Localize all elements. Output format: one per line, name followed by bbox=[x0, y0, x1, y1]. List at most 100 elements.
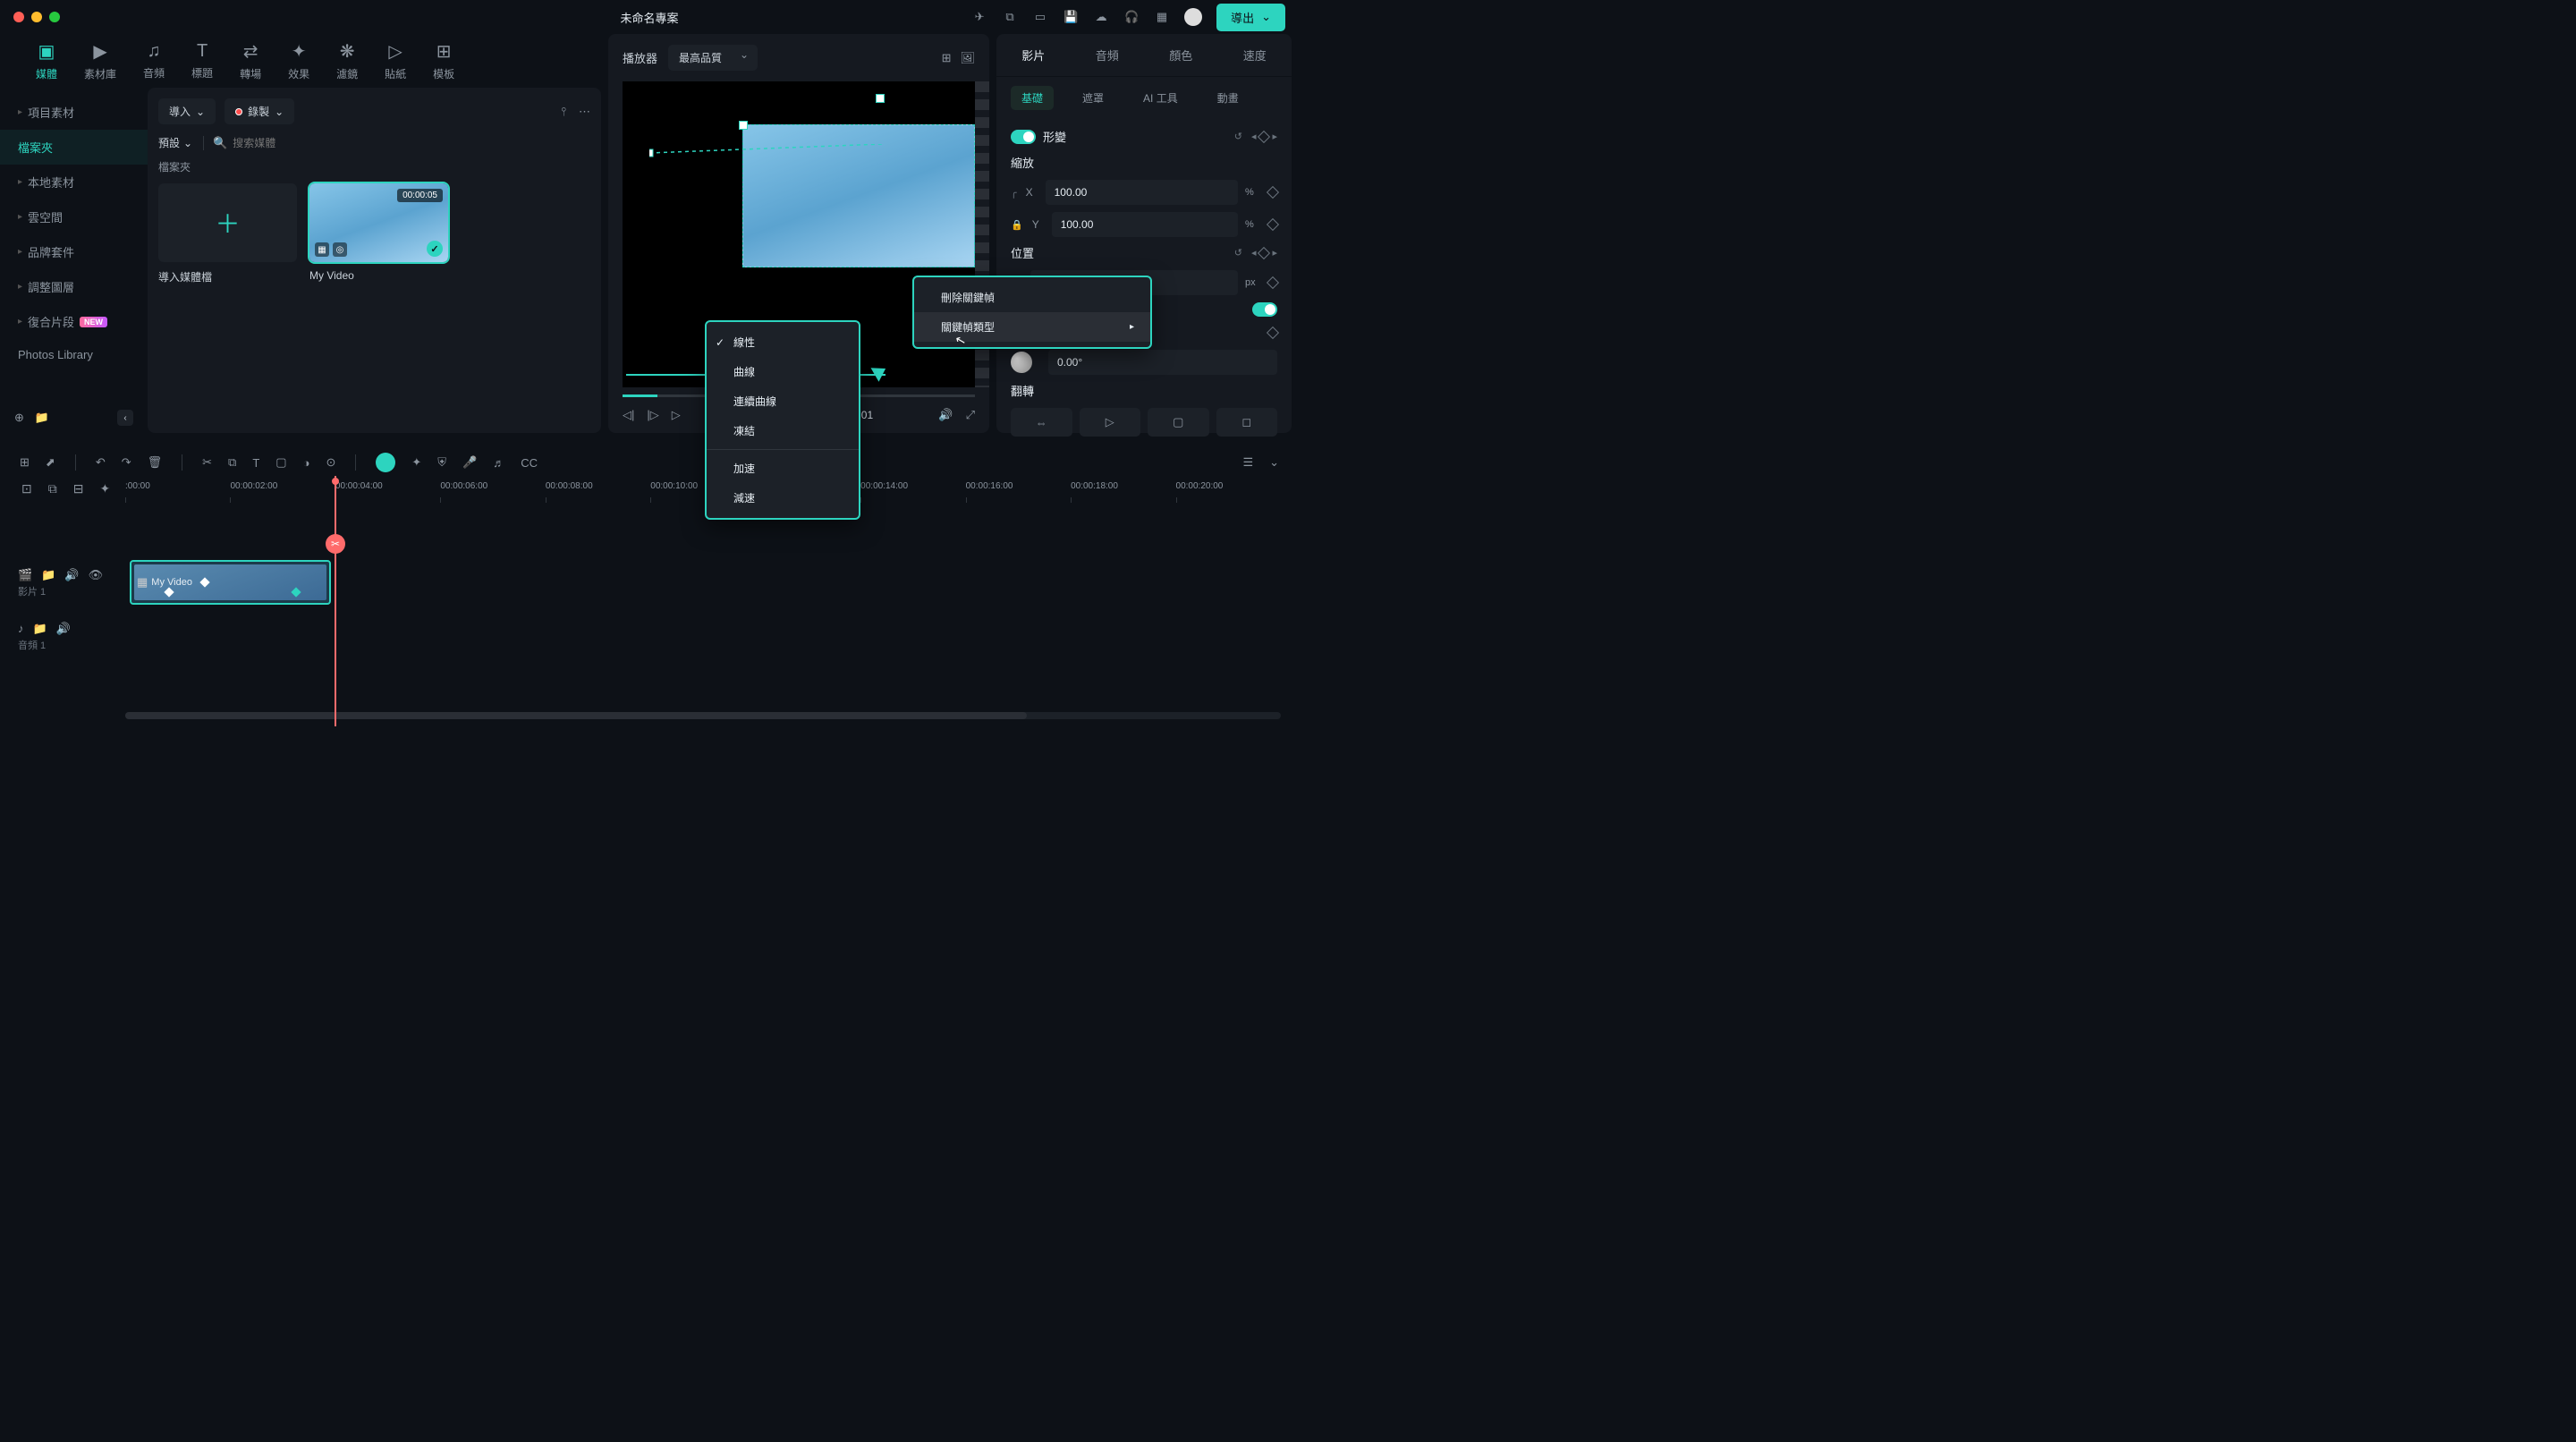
link-icon[interactable]: ⧉ bbox=[48, 481, 57, 496]
tab-effects[interactable]: ✦效果 bbox=[288, 40, 309, 81]
collapse-sidebar-button[interactable]: ‹ bbox=[117, 410, 133, 426]
subtab-ai[interactable]: AI 工具 bbox=[1132, 86, 1189, 110]
avatar[interactable] bbox=[1184, 8, 1202, 26]
snap-icon[interactable]: ✦ bbox=[99, 481, 110, 496]
folder-icon[interactable]: 📁 bbox=[33, 622, 47, 636]
timeline-ruler[interactable]: :00:00 00:00:02:00 00:00:04:00 00:00:06:… bbox=[125, 481, 1281, 505]
tab-templates[interactable]: ⊞模板 bbox=[433, 40, 454, 81]
ai-avatar-icon[interactable] bbox=[376, 453, 395, 472]
grid-icon[interactable]: ▦ bbox=[1154, 9, 1170, 25]
scale-y-input[interactable] bbox=[1052, 212, 1238, 237]
preset-dropdown[interactable]: 預設⌄ bbox=[158, 135, 192, 150]
media-item[interactable]: 00:00:05 ▦◎ ✓ My Video bbox=[309, 183, 448, 284]
import-button[interactable]: 導入⌄ bbox=[158, 98, 216, 124]
shield-icon[interactable]: ⛨ bbox=[437, 455, 446, 470]
volume-icon[interactable]: 🔊 bbox=[938, 408, 953, 422]
sidebar-item-adjust[interactable]: ▸調整圖層 bbox=[0, 269, 148, 304]
search-field[interactable] bbox=[233, 137, 590, 149]
keyframe-icon[interactable] bbox=[1267, 326, 1279, 338]
folder-icon[interactable]: 📁 bbox=[41, 568, 55, 582]
monitor-icon[interactable]: ▭ bbox=[1032, 9, 1048, 25]
tab-audio[interactable]: 音頻 bbox=[1071, 34, 1145, 76]
volume-icon[interactable]: 🔊 bbox=[64, 568, 79, 582]
ease-linear[interactable]: 線性 bbox=[707, 327, 859, 357]
sidebar-item-brand[interactable]: ▸品牌套件 bbox=[0, 234, 148, 269]
record-button[interactable]: 錄製⌄ bbox=[225, 98, 294, 124]
minimize-icon[interactable] bbox=[31, 12, 42, 22]
sparkle-icon[interactable]: ✦ bbox=[411, 455, 421, 470]
save-icon[interactable]: 💾 bbox=[1063, 9, 1079, 25]
mic-icon[interactable]: 🎤 bbox=[462, 455, 477, 470]
tab-speed[interactable]: 速度 bbox=[1218, 34, 1292, 76]
sidebar-item-folders[interactable]: 檔案夾 bbox=[0, 130, 148, 165]
magnet-icon[interactable]: ⊟ bbox=[73, 481, 84, 496]
crop-icon[interactable]: ⧉ bbox=[228, 455, 236, 470]
transform-toggle[interactable] bbox=[1011, 130, 1036, 144]
sidebar-item-project[interactable]: ▸項目素材 bbox=[0, 95, 148, 130]
delete-icon[interactable]: 🗑 bbox=[148, 455, 163, 470]
add-folder-icon[interactable]: ⊕ bbox=[14, 411, 24, 425]
menu-delete-keyframe[interactable]: 刪除關鍵幀 bbox=[914, 283, 1150, 312]
flip-btn3[interactable]: ▢ bbox=[1148, 408, 1209, 437]
timer-icon[interactable]: ⊙ bbox=[326, 455, 335, 470]
grid-icon[interactable]: ⊞ bbox=[20, 455, 30, 470]
headphones-icon[interactable]: 🎧 bbox=[1123, 9, 1140, 25]
video-track[interactable]: 🎬📁🔊👁 影片 1 ▦ My Video bbox=[18, 560, 1281, 606]
sidebar-item-local[interactable]: ▸本地素材 bbox=[0, 165, 148, 199]
folder-icon[interactable]: 📁 bbox=[35, 411, 49, 425]
eye-icon[interactable]: 👁 bbox=[89, 568, 104, 582]
tab-stickers[interactable]: ▷貼紙 bbox=[385, 40, 406, 81]
music-icon[interactable]: ♬ bbox=[493, 456, 504, 470]
scale-x-input[interactable] bbox=[1046, 180, 1238, 205]
quality-dropdown[interactable]: 最高品質 bbox=[668, 45, 758, 71]
scissor-icon[interactable]: ✂ bbox=[326, 534, 345, 554]
playhead[interactable] bbox=[335, 476, 336, 726]
rotate-handle[interactable] bbox=[876, 94, 885, 103]
redo-icon[interactable]: ↷ bbox=[122, 455, 131, 470]
ease-hold[interactable]: 凍結 bbox=[707, 416, 859, 445]
tab-video[interactable]: 影片 bbox=[996, 34, 1071, 76]
menu-keyframe-type[interactable]: 關鍵幀類型 bbox=[914, 312, 1150, 342]
keyframe-icon[interactable] bbox=[1267, 276, 1279, 289]
export-button[interactable]: 導出 ⌄ bbox=[1216, 4, 1285, 31]
keyframe-nav[interactable]: ◂▸ bbox=[1251, 247, 1277, 259]
send-icon[interactable]: ✈ bbox=[971, 9, 987, 25]
tab-filters[interactable]: ❋濾鏡 bbox=[336, 40, 358, 81]
text-icon[interactable]: T bbox=[252, 456, 259, 470]
sidebar-item-compound[interactable]: ▸復合片段NEW bbox=[0, 304, 148, 339]
cut-icon[interactable]: ✂ bbox=[202, 455, 212, 470]
list-icon[interactable]: ☰ bbox=[1242, 455, 1253, 470]
sidebar-item-photos[interactable]: Photos Library bbox=[0, 339, 148, 370]
tab-titles[interactable]: T標題 bbox=[191, 41, 213, 81]
flip-btn4[interactable]: ◻ bbox=[1216, 408, 1278, 437]
tab-transitions[interactable]: ⇄轉場 bbox=[240, 40, 261, 81]
close-icon[interactable] bbox=[13, 12, 24, 22]
tab-color[interactable]: 顏色 bbox=[1144, 34, 1218, 76]
reset-icon[interactable]: ↺ bbox=[1234, 131, 1242, 142]
subtab-animation[interactable]: 動畫 bbox=[1207, 86, 1250, 110]
filter-icon[interactable]: ⫯ bbox=[561, 105, 566, 119]
keyframe-icon[interactable] bbox=[1267, 186, 1279, 199]
ease-in[interactable]: 加速 bbox=[707, 454, 859, 483]
resize-handle[interactable] bbox=[739, 121, 748, 130]
uniform-scale-toggle[interactable] bbox=[1252, 302, 1277, 317]
keyframe-icon[interactable] bbox=[1267, 218, 1279, 231]
sidebar-item-cloud[interactable]: ▸雲空間 bbox=[0, 199, 148, 234]
record-icon[interactable]: ⧉ bbox=[1002, 9, 1018, 25]
timeline-clip[interactable]: ▦ My Video bbox=[130, 560, 331, 605]
import-tile[interactable]: ＋ 導入媒體檔 bbox=[158, 183, 297, 284]
search-input[interactable]: 🔍 bbox=[203, 136, 590, 150]
volume-icon[interactable]: 🔊 bbox=[56, 622, 71, 636]
tab-stock[interactable]: ▶素材庫 bbox=[84, 40, 116, 81]
grid-view-icon[interactable]: ⊞ bbox=[942, 51, 952, 65]
rotation-dial[interactable] bbox=[1011, 352, 1032, 373]
play-icon[interactable]: ▷ bbox=[672, 408, 681, 422]
box-icon[interactable]: ▢ bbox=[275, 455, 286, 470]
undo-icon[interactable]: ↶ bbox=[96, 455, 106, 470]
maximize-icon[interactable]: ⊡ bbox=[21, 481, 32, 496]
cc-icon[interactable]: CC bbox=[521, 456, 538, 470]
video-frame[interactable] bbox=[742, 124, 975, 267]
subtab-mask[interactable]: 遮罩 bbox=[1072, 86, 1114, 110]
cloud-icon[interactable]: ☁ bbox=[1093, 9, 1109, 25]
ease-out[interactable]: 減速 bbox=[707, 483, 859, 513]
